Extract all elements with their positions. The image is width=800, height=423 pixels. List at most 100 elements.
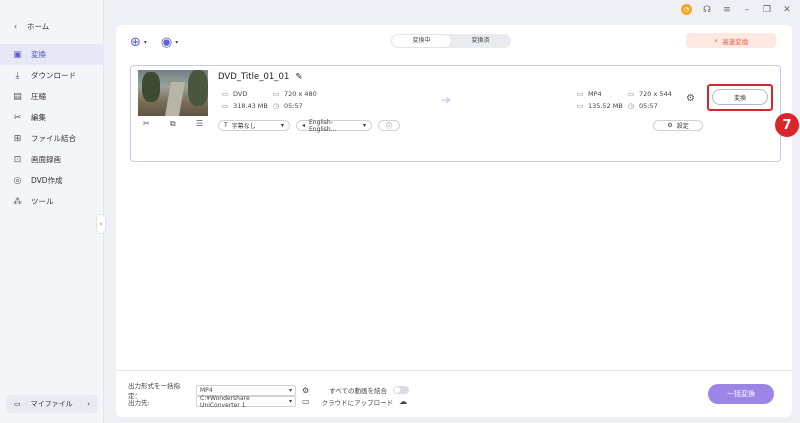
- add-disc-icon: ◉: [160, 35, 173, 50]
- compress-icon: ▤: [13, 91, 22, 102]
- audio-select[interactable]: ◂ English-English... ▾: [296, 118, 372, 133]
- merge-toggle[interactable]: [392, 386, 409, 394]
- subtitle-value: 字幕なし: [231, 123, 256, 130]
- chevron-down-icon: ▾: [362, 122, 366, 129]
- source-resolution: ▭ 720 x 480: [272, 90, 317, 98]
- support-icon[interactable]: ☊: [702, 5, 712, 15]
- my-files-label: マイファイル: [30, 400, 73, 408]
- subtitle-select[interactable]: T 字幕なし ▾: [218, 120, 290, 131]
- video-format-icon: ▭: [576, 90, 584, 98]
- audio-value: English-English...: [309, 118, 337, 133]
- sidebar-item-edit[interactable]: ✂ 編集: [0, 107, 104, 128]
- target-format-value: MP4: [588, 90, 602, 98]
- toolbar: ⊕ ▾ ◉ ▾: [130, 35, 178, 50]
- cloud-upload-icon[interactable]: ☁: [399, 397, 407, 406]
- sidebar-item-dvd[interactable]: ◎ DVD作成: [0, 170, 104, 191]
- sidebar-collapse-button[interactable]: ‹: [96, 214, 106, 234]
- upload-label: クラウドにアップロード: [321, 398, 394, 407]
- edit-scissors-icon: ✂: [13, 112, 22, 123]
- video-thumbnail[interactable]: [138, 70, 208, 116]
- merge-icon: ⊞: [13, 133, 22, 144]
- output-dir-select[interactable]: C:¥Wondershare UniConverter 1 ▾: [196, 395, 296, 409]
- video-format-icon: ▭: [221, 90, 229, 98]
- step-badge: 7: [775, 113, 799, 137]
- source-resolution-value: 720 x 480: [284, 90, 317, 98]
- output-format-value: MP4: [200, 386, 213, 394]
- lightning-icon: ⚡: [713, 36, 719, 45]
- convert-button[interactable]: 変換: [712, 89, 768, 105]
- main-panel: ⊕ ▾ ◉ ▾ 変換中 変換済 ⚡ 高速変換 ✂ ⧉ ☰ DVD_Title_0…: [116, 25, 799, 417]
- sidebar-item-label: 画面録画: [31, 155, 61, 164]
- sidebar: ‹ ホーム ▣ 変換 ⤓ ダウンロード ▤ 圧縮 ✂ 編集 ⊞ ファイル結合 ⊡…: [0, 0, 106, 423]
- sidebar-item-label: 変換: [31, 50, 46, 59]
- fast-convert-button[interactable]: ⚡ 高速変換: [686, 33, 776, 48]
- clock-icon: ◷: [627, 102, 635, 110]
- target-size-value: 135.52 MB: [588, 102, 623, 110]
- sidebar-item-label: 編集: [31, 113, 46, 122]
- sidebar-nav: ▣ 変換 ⤓ ダウンロード ▤ 圧縮 ✂ 編集 ⊞ ファイル結合 ⊡ 画面録画 …: [0, 44, 104, 212]
- sidebar-item-label: ツール: [31, 197, 54, 206]
- dvd-icon: ◎: [13, 175, 22, 186]
- merge-label: すべての動画を結合: [329, 387, 387, 395]
- screen-record-icon: ⊡: [13, 154, 22, 165]
- sidebar-item-label: DVD作成: [31, 176, 63, 185]
- chevron-left-icon: ‹: [14, 22, 17, 31]
- minimize-icon[interactable]: –: [742, 5, 752, 15]
- add-file-button[interactable]: ⊕ ▾: [130, 35, 147, 50]
- open-folder-icon[interactable]: ▭: [302, 397, 310, 406]
- my-files-button[interactable]: ▭ マイファイル ›: [6, 395, 98, 413]
- effects-icon[interactable]: ☰: [196, 119, 203, 129]
- info-button[interactable]: ⓘ: [378, 120, 400, 131]
- output-dir-row: 出力先: C:¥Wondershare UniConverter 1 ▾ ▭ ク…: [128, 395, 407, 409]
- sidebar-item-compress[interactable]: ▤ 圧縮: [0, 86, 104, 107]
- close-icon[interactable]: ✕: [782, 5, 792, 15]
- settings-button[interactable]: ⚙ 設定: [653, 120, 703, 131]
- source-duration-value: 05:57: [284, 102, 303, 110]
- sidebar-item-label: ファイル結合: [31, 134, 76, 143]
- sidebar-item-convert[interactable]: ▣ 変換: [0, 44, 104, 65]
- target-duration: ◷ 05:57: [627, 102, 658, 110]
- source-size: ▭ 318.43 MB: [221, 102, 268, 110]
- source-format-value: DVD: [233, 90, 248, 98]
- tab-converted[interactable]: 変換済: [451, 35, 510, 47]
- option-row: T 字幕なし ▾ ◂ English-English... ▾ ⓘ: [218, 118, 400, 133]
- tab-converting[interactable]: 変換中: [392, 35, 451, 47]
- bulk-convert-button[interactable]: 一括変換: [708, 384, 774, 404]
- add-file-icon: ⊕: [130, 35, 141, 50]
- menu-icon[interactable]: ≡: [722, 5, 732, 15]
- restore-icon[interactable]: ❐: [762, 5, 772, 15]
- home-link[interactable]: ‹ ホーム: [14, 21, 49, 32]
- resolution-icon: ▭: [627, 90, 635, 98]
- chevron-left-icon: ‹: [99, 220, 103, 228]
- chevron-down-icon: ▾: [288, 386, 292, 394]
- sidebar-item-label: 圧縮: [31, 92, 46, 101]
- chevron-down-icon: ▾: [280, 122, 284, 129]
- rename-icon[interactable]: ✎: [295, 72, 302, 82]
- sidebar-item-tools[interactable]: ⁂ ツール: [0, 191, 104, 212]
- file-title: DVD_Title_01_01: [218, 72, 290, 82]
- folder-icon: ▭: [576, 102, 584, 110]
- output-settings-icon[interactable]: ⚙: [686, 93, 695, 104]
- crop-icon[interactable]: ⧉: [170, 119, 176, 129]
- file-title-row: DVD_Title_01_01 ✎: [218, 72, 302, 82]
- target-duration-value: 05:57: [639, 102, 658, 110]
- clock-icon: ◷: [272, 102, 280, 110]
- file-card: ✂ ⧉ ☰ DVD_Title_01_01 ✎ ▭ DVD ▭ 720 x 48…: [130, 65, 799, 162]
- sidebar-item-download[interactable]: ⤓ ダウンロード: [0, 65, 104, 86]
- window-controls: ◔ ☊ ≡ – ❐ ✕: [681, 4, 792, 15]
- settings-icon: ⚙: [667, 122, 673, 129]
- add-disc-button[interactable]: ◉ ▾: [161, 35, 178, 50]
- target-resolution: ▭ 720 x 544: [627, 90, 672, 98]
- sidebar-item-merge[interactable]: ⊞ ファイル結合: [0, 128, 104, 149]
- output-dir-label: 出力先:: [128, 398, 150, 407]
- format-settings-icon[interactable]: ⚙: [302, 386, 309, 395]
- trim-icon[interactable]: ✂: [143, 119, 150, 129]
- settings-label: 設定: [676, 123, 689, 130]
- source-duration: ◷ 05:57: [272, 102, 303, 110]
- convert-icon: ▣: [13, 49, 22, 60]
- subtitle-icon: T: [224, 122, 228, 129]
- download-icon: ⤓: [15, 70, 20, 81]
- sidebar-item-screen-record[interactable]: ⊡ 画面録画: [0, 149, 104, 170]
- target-format: ▭ MP4: [576, 90, 602, 98]
- account-icon[interactable]: ◔: [681, 4, 692, 15]
